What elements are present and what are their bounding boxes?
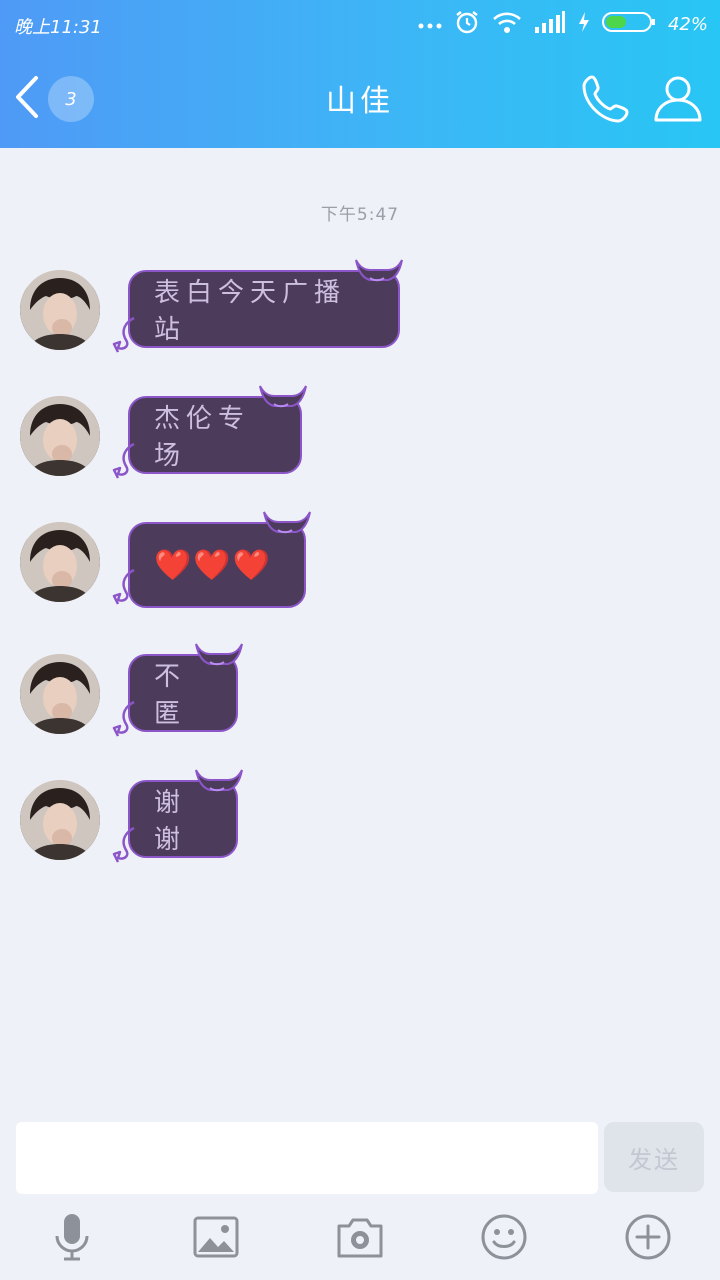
avatar[interactable] [20, 780, 100, 860]
message-input[interactable] [16, 1122, 598, 1194]
call-button[interactable] [580, 72, 632, 124]
status-bar: 晚上11:31 42% [0, 0, 720, 48]
devil-horns-icon [355, 259, 403, 282]
message-bubble[interactable]: 不匿 [112, 643, 243, 737]
devil-horns-icon [259, 385, 307, 408]
user-icon [652, 76, 704, 128]
composer: 发送 [0, 1108, 720, 1280]
message-text: 表白今天广播站 [154, 278, 347, 345]
plus-icon [623, 1214, 673, 1266]
avatar[interactable] [20, 396, 100, 476]
devil-tail-icon [112, 826, 135, 863]
image-icon [191, 1216, 241, 1266]
status-time: 晚上11:31 [14, 17, 102, 38]
message-bubble[interactable]: 谢谢 [112, 769, 243, 863]
microphone-icon [47, 1214, 97, 1266]
emoji-icon [479, 1214, 529, 1266]
wifi-icon [492, 10, 522, 39]
message-bubble[interactable]: 表白今天广播站 [112, 259, 403, 353]
devil-horns-icon [263, 511, 311, 534]
devil-horns-icon [195, 769, 243, 792]
battery-icon [601, 11, 656, 38]
charging-icon [578, 11, 590, 38]
message-text: ❤️❤️❤️ [154, 547, 273, 583]
header-bar: 晚上11:31 42% 3 山佳 [0, 0, 720, 148]
devil-tail-icon [112, 442, 135, 479]
profile-button[interactable] [652, 72, 704, 124]
message-timestamp: 下午5:47 [320, 205, 400, 225]
composer-toolbar [0, 1204, 720, 1280]
devil-tail-icon [112, 316, 135, 353]
devil-tail-icon [112, 568, 135, 605]
status-icons: 42% [418, 8, 708, 40]
devil-horns-icon [195, 643, 243, 666]
voice-button[interactable] [47, 1212, 97, 1262]
send-button[interactable]: 发送 [604, 1122, 704, 1192]
more-button[interactable] [623, 1212, 673, 1262]
gallery-button[interactable] [191, 1212, 241, 1262]
message-bubble[interactable]: 杰伦专场 [112, 385, 307, 479]
message-bubble[interactable]: ❤️❤️❤️ [112, 511, 311, 608]
camera-button[interactable] [335, 1212, 385, 1262]
nav-bar: 3 山佳 [0, 48, 720, 148]
camera-icon [335, 1218, 385, 1266]
alarm-icon [454, 9, 480, 40]
avatar[interactable] [20, 270, 100, 350]
avatar[interactable] [20, 522, 100, 602]
more-dots-icon [418, 14, 442, 35]
signal-icon [534, 10, 566, 39]
phone-icon [580, 75, 632, 128]
avatar[interactable] [20, 654, 100, 734]
emoji-button[interactable] [479, 1212, 529, 1262]
battery-percentage: 42% [667, 13, 708, 35]
devil-tail-icon [112, 700, 135, 737]
chat-area[interactable]: 下午5:47 表白今天广播站 杰伦专场 ❤️❤️❤️ 不匿 谢谢 [0, 148, 720, 1108]
